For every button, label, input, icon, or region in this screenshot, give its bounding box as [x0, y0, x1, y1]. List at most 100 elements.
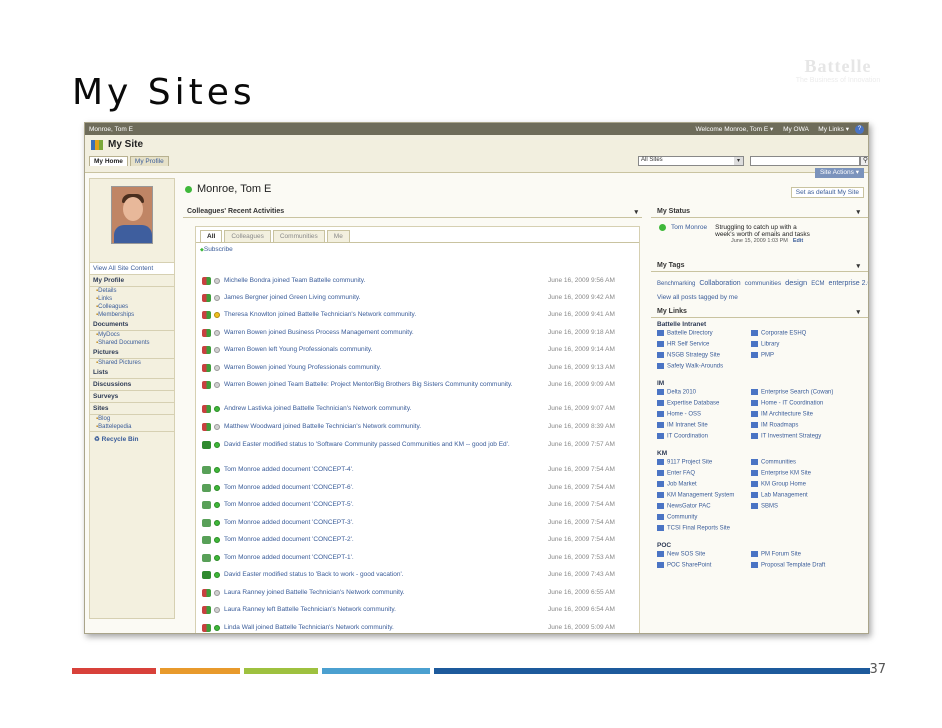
nav-item[interactable]: MyDocs [90, 331, 174, 339]
tab-me[interactable]: Me [326, 230, 350, 242]
link-item[interactable]: POC SharePoint [657, 562, 711, 570]
nav-item[interactable]: Links [90, 295, 174, 303]
activity-text[interactable]: James Bergner joined Green Living commun… [224, 294, 566, 302]
set-default-my-site-button[interactable]: Set as default My Site [790, 187, 864, 198]
link-item[interactable]: Delta 2010 [657, 389, 696, 397]
link-item[interactable]: Expertise Database [657, 400, 719, 408]
webpart-menu-icon[interactable]: ▾ [634, 208, 638, 216]
search-scope-select[interactable]: All Sites ▾ [638, 156, 744, 166]
activity-text[interactable]: Linda Wall joined Battelle Technician's … [224, 624, 566, 632]
nav-item[interactable]: Shared Documents [90, 339, 174, 347]
link-item[interactable]: IT Coordination [657, 433, 708, 441]
activity-text[interactable]: Tom Monroe added document 'CONCEPT-2'. [224, 536, 566, 544]
nav-item[interactable]: Colleagues [90, 303, 174, 311]
webpart-menu-icon[interactable]: ▾ [856, 208, 860, 216]
tab-my-profile[interactable]: My Profile [129, 156, 169, 166]
welcome-menu[interactable]: Welcome Monroe, Tom E ▾ [695, 126, 773, 133]
tab-communities[interactable]: Communities [272, 230, 325, 242]
link-item[interactable]: IM Roadmaps [751, 422, 798, 430]
activity-text[interactable]: Laura Ranney joined Battelle Technician'… [224, 589, 566, 597]
activity-text[interactable]: Tom Monroe added document 'CONCEPT-3'. [224, 519, 566, 527]
nav-section-head[interactable]: Lists [90, 367, 174, 379]
webpart-menu-icon[interactable]: ▾ [856, 308, 860, 316]
activity-text[interactable]: Theresa Knowlton joined Battelle Technic… [224, 311, 566, 319]
view-all-tags-link[interactable]: View all posts tagged by me [651, 294, 868, 306]
activity-text[interactable]: David Easter modified status to 'Back to… [224, 571, 566, 579]
help-icon[interactable]: ? [855, 124, 864, 134]
link-item[interactable]: Lab Management [751, 492, 808, 500]
link-item[interactable]: Library [751, 341, 779, 349]
activity-text[interactable]: Michelle Bondra joined Team Battelle com… [224, 277, 566, 285]
webpart-menu-icon[interactable]: ▾ [856, 262, 860, 270]
link-item[interactable]: KM Management System [657, 492, 734, 500]
tab-my-home[interactable]: My Home [89, 156, 128, 166]
tag-link[interactable]: Benchmarking [657, 281, 695, 287]
link-item[interactable]: Communities [751, 459, 796, 467]
nav-section-head[interactable]: My Profile [90, 275, 174, 287]
tab-all[interactable]: All [200, 230, 223, 242]
activity-text[interactable]: Tom Monroe added document 'CONCEPT-6'. [224, 484, 566, 492]
link-item[interactable]: Enterprise Search (Cowan) [751, 389, 833, 397]
subscribe-link[interactable]: Subscribe [196, 243, 639, 256]
link-item[interactable]: 9117 Project Site [657, 459, 712, 467]
search-input[interactable] [750, 156, 860, 166]
search-icon[interactable]: ⚲ [860, 156, 868, 166]
activity-text[interactable]: Warren Bowen joined Team Battelle: Proje… [224, 381, 566, 389]
link-item[interactable]: Battelle Directory [657, 330, 713, 338]
activity-text[interactable]: David Easter modified status to 'Softwar… [224, 441, 566, 449]
my-links-menu[interactable]: My Links ▾ [818, 126, 849, 133]
link-item[interactable]: Proposal Template Draft [751, 562, 825, 570]
nav-section-head[interactable]: Discussions [90, 379, 174, 391]
nav-item[interactable]: Details [90, 287, 174, 295]
link-item[interactable]: New SOS Site [657, 551, 705, 559]
link-item[interactable]: Corporate ESHQ [751, 330, 806, 338]
nav-item[interactable]: Shared Pictures [90, 359, 174, 367]
link-item[interactable]: IM Intranet Site [657, 422, 708, 430]
nav-section-head[interactable]: Pictures [90, 347, 174, 359]
activity-text[interactable]: Andrew Lastivka joined Battelle Technici… [224, 405, 566, 413]
link-item[interactable]: PM Forum Site [751, 551, 801, 559]
status-name[interactable]: Tom Monroe [671, 224, 707, 238]
activity-text[interactable]: Warren Bowen joined Young Professionals … [224, 364, 566, 372]
link-item[interactable]: HR Self Service [657, 341, 709, 349]
my-owa-link[interactable]: My OWA [783, 126, 808, 133]
site-actions-menu[interactable]: Site Actions ▾ [814, 168, 864, 178]
tab-colleagues[interactable]: Colleagues [224, 230, 271, 242]
activity-text[interactable]: Warren Bowen joined Business Process Man… [224, 329, 566, 337]
activity-text[interactable]: Warren Bowen left Young Professionals co… [224, 346, 566, 354]
link-item[interactable]: TCSI Final Reports Site [657, 525, 730, 533]
activity-text[interactable]: Laura Ranney left Battelle Technician's … [224, 606, 566, 614]
site-title[interactable]: My Site [91, 139, 143, 150]
link-item[interactable]: Home - IT Coordination [751, 400, 823, 408]
recycle-bin-link[interactable]: ♻ Recycle Bin [90, 431, 174, 446]
nav-section-head[interactable]: Surveys [90, 391, 174, 403]
nav-section-head[interactable]: Documents [90, 319, 174, 331]
activity-text[interactable]: Tom Monroe added document 'CONCEPT-1'. [224, 554, 566, 562]
activity-text[interactable]: Tom Monroe added document 'CONCEPT-5'. [224, 501, 566, 509]
link-item[interactable]: Home - OSS [657, 411, 701, 419]
tag-link[interactable]: communities [745, 280, 781, 287]
link-item[interactable]: Job Market [657, 481, 697, 489]
link-item[interactable]: Safety Walk-Arounds [657, 363, 723, 371]
link-item[interactable]: Enterprise KM Site [751, 470, 811, 478]
link-item[interactable]: PMP [751, 352, 774, 360]
link-item[interactable]: NewsGator PAC [657, 503, 711, 511]
tag-link[interactable]: enterprise 2.0 [829, 280, 868, 287]
link-item[interactable]: IT Investment Strategy [751, 433, 821, 441]
activity-text[interactable]: Tom Monroe added document 'CONCEPT-4'. [224, 466, 566, 474]
link-item[interactable]: Enter FAQ [657, 470, 695, 478]
link-item[interactable]: NSGB Strategy Site [657, 352, 720, 360]
link-item[interactable]: IM Architecture Site [751, 411, 813, 419]
link-item[interactable]: SBMS [751, 503, 778, 511]
tag-link[interactable]: Collaboration [699, 280, 740, 287]
status-edit-link[interactable]: Edit [793, 238, 803, 244]
tag-link[interactable]: ECM [811, 281, 824, 287]
link-item[interactable]: Community [657, 514, 697, 522]
link-item[interactable]: KM Group Home [751, 481, 806, 489]
nav-item[interactable]: Blog [90, 415, 174, 423]
activity-text[interactable]: Matthew Woodward joined Battelle Technic… [224, 423, 566, 431]
tag-link[interactable]: design [785, 278, 807, 287]
nav-item[interactable]: Battelepedia [90, 423, 174, 431]
view-all-site-content-link[interactable]: View All Site Content [90, 262, 174, 275]
nav-section-head[interactable]: Sites [90, 403, 174, 415]
